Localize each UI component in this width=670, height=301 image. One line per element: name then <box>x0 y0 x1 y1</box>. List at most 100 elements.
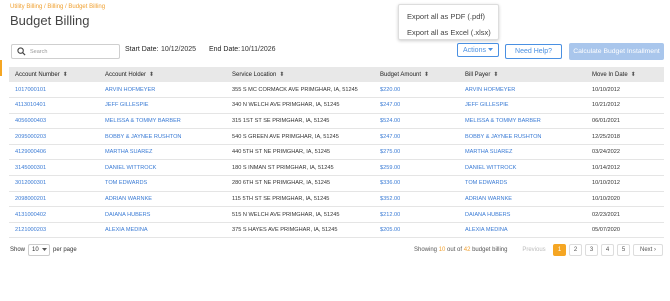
page-button-3[interactable]: 3 <box>585 244 598 256</box>
sort-icon[interactable]: ⬍ <box>631 72 636 78</box>
service-location-cell: 280 6TH ST NE PRIMGHAR, IA, 51245 <box>226 175 374 192</box>
table-row: 3012000301 TOM EDWARDS 280 6TH ST NE PRI… <box>9 175 664 192</box>
column-header-move-in-date[interactable]: Move In Date ⬍ <box>586 67 664 82</box>
sort-icon[interactable]: ⬍ <box>279 72 284 78</box>
account-holder-link[interactable]: ALEXIA MEDINA <box>99 222 226 239</box>
account-number-link[interactable]: 4113010401 <box>9 97 99 114</box>
caret-down-icon <box>41 248 47 251</box>
move-in-date-cell: 10/21/2012 <box>586 97 664 114</box>
column-header-bill-payer[interactable]: Bill Payer ⬍ <box>459 67 586 82</box>
page-button-1[interactable]: 1 <box>553 244 566 256</box>
breadcrumb-billing[interactable]: Billing <box>47 4 63 10</box>
account-holder-link[interactable]: BOBBY & JAYNEE RUSHTON <box>99 128 226 145</box>
budget-amount-link[interactable]: $247.00 <box>374 97 459 114</box>
budget-amount-link[interactable]: $220.00 <box>374 82 459 99</box>
actions-button-label: Actions <box>463 46 486 54</box>
left-accent-bar <box>0 60 2 76</box>
bill-payer-link[interactable]: ADRIAN WARNKE <box>459 191 586 208</box>
account-number-link[interactable]: 2095000203 <box>9 128 99 145</box>
budget-amount-link[interactable]: $352.00 <box>374 191 459 208</box>
calculate-budget-installment-button[interactable]: Calculate Budget Installment <box>569 43 664 60</box>
move-in-date-cell: 10/14/2012 <box>586 159 664 177</box>
bill-payer-link[interactable]: ARVIN HOFMEYER <box>459 82 586 99</box>
account-number-link[interactable]: 2121000203 <box>9 222 99 239</box>
bill-payer-link[interactable]: JEFF GILLESPIE <box>459 97 586 114</box>
bill-payer-link[interactable]: DAIANA HUBERS <box>459 206 586 223</box>
budget-amount-link[interactable]: $205.00 <box>374 222 459 239</box>
budget-amount-link[interactable]: $524.00 <box>374 113 459 130</box>
move-in-date-cell: 10/10/2020 <box>586 191 664 208</box>
account-holder-link[interactable]: DANIEL WITTROCK <box>99 159 226 177</box>
bill-payer-link[interactable]: ALEXIA MEDINA <box>459 222 586 239</box>
export-pdf-item[interactable]: Export all as PDF (.pdf) <box>407 12 485 21</box>
budget-amount-link[interactable]: $259.00 <box>374 159 459 177</box>
account-holder-link[interactable]: MELISSA & TOMMY BARBER <box>99 113 226 130</box>
column-label: Budget Amount <box>380 72 422 78</box>
budget-amount-link[interactable]: $212.00 <box>374 206 459 223</box>
column-label: Account Holder <box>105 72 147 78</box>
table-row: 4113010401 JEFF GILLESPIE 340 N WELCH AV… <box>9 97 664 114</box>
next-label: Next <box>639 247 653 253</box>
budget-amount-link[interactable]: $336.00 <box>374 175 459 192</box>
table-row: 4131000402 DAIANA HUBERS 515 N WELCH AVE… <box>9 206 664 223</box>
search-input[interactable] <box>30 48 110 55</box>
page-size-select[interactable]: 10 <box>28 244 50 256</box>
sort-icon[interactable]: ⬍ <box>424 72 429 78</box>
chevron-right-icon: › <box>652 247 656 253</box>
account-number-link[interactable]: 4131000402 <box>9 206 99 223</box>
next-page-button[interactable]: Next › <box>633 244 663 256</box>
account-number-link[interactable]: 2098000201 <box>9 191 99 208</box>
actions-button[interactable]: Actions <box>457 43 499 57</box>
account-number-link[interactable]: 3145000301 <box>9 159 99 177</box>
bill-payer-link[interactable]: MARTHA SUAREZ <box>459 144 586 161</box>
budget-amount-link[interactable]: $247.00 <box>374 128 459 145</box>
move-in-date-cell: 05/07/2020 <box>586 222 664 239</box>
showing-count: 10 <box>438 247 446 253</box>
breadcrumb-utility-billing[interactable]: Utility Billing <box>10 4 42 10</box>
page-button-4[interactable]: 4 <box>601 244 614 256</box>
bill-payer-link[interactable]: TOM EDWARDS <box>459 175 586 192</box>
need-help-button[interactable]: Need Help? <box>505 44 562 59</box>
table-row: 4129000406 MARTHA SUAREZ 440 5TH ST NE P… <box>9 144 664 161</box>
search-box[interactable] <box>11 44 120 59</box>
page-button-2[interactable]: 2 <box>569 244 582 256</box>
move-in-date-cell: 03/24/2022 <box>586 144 664 161</box>
column-header-service-location[interactable]: Service Location ⬍ <box>226 67 374 82</box>
per-page-label: per page <box>53 247 77 253</box>
sort-icon[interactable]: ⬍ <box>63 72 68 78</box>
account-holder-link[interactable]: MARTHA SUAREZ <box>99 144 226 161</box>
account-holder-link[interactable]: ARVIN HOFMEYER <box>99 82 226 99</box>
bill-payer-link[interactable]: BOBBY & JAYNEE RUSHTON <box>459 128 586 145</box>
column-header-account-number[interactable]: Account Number ⬍ <box>9 67 99 82</box>
showing-total: 42 <box>463 247 471 253</box>
column-header-account-holder[interactable]: Account Holder ⬍ <box>99 67 226 82</box>
column-header-budget-amount[interactable]: Budget Amount ⬍ <box>374 67 459 82</box>
bill-payer-link[interactable]: MELISSA & TOMMY BARBER <box>459 113 586 130</box>
showing-summary: Showing 10 out of 42 budget billing <box>414 247 507 253</box>
account-holder-link[interactable]: JEFF GILLESPIE <box>99 97 226 114</box>
bill-payer-link[interactable]: DANIEL WITTROCK <box>459 159 586 177</box>
account-holder-link[interactable]: TOM EDWARDS <box>99 175 226 192</box>
account-number-link[interactable]: 3012000301 <box>9 175 99 192</box>
account-number-link[interactable]: 4056000403 <box>9 113 99 130</box>
sort-icon[interactable]: ⬍ <box>149 72 154 78</box>
account-holder-link[interactable]: ADRIAN WARNKE <box>99 191 226 208</box>
service-location-cell: 375 S HAYES AVE PRIMGHAR, IA, 51245 <box>226 222 374 239</box>
service-location-cell: 315 1ST ST SE PRIMGHAR, IA, 51245 <box>226 113 374 130</box>
start-date-value[interactable]: 10/12/2025 <box>161 46 196 53</box>
budget-amount-link[interactable]: $275.00 <box>374 144 459 161</box>
account-holder-link[interactable]: DAIANA HUBERS <box>99 206 226 223</box>
move-in-date-cell: 10/10/2012 <box>586 175 664 192</box>
move-in-date-cell: 02/23/2021 <box>586 206 664 223</box>
page-button-5[interactable]: 5 <box>617 244 630 256</box>
table-row: 3145000301 DANIEL WITTROCK 180 S INMAN S… <box>9 159 664 177</box>
column-label: Service Location <box>232 72 277 78</box>
service-location-cell: 115 5TH ST SE PRIMGHAR, IA, 51245 <box>226 191 374 208</box>
account-number-link[interactable]: 4129000406 <box>9 144 99 161</box>
move-in-date-cell: 10/10/2012 <box>586 82 664 99</box>
sort-icon[interactable]: ⬍ <box>493 72 498 78</box>
export-excel-item[interactable]: Export all as Excel (.xlsx) <box>407 28 491 37</box>
account-number-link[interactable]: 1017000101 <box>9 82 99 99</box>
end-date-value[interactable]: 10/11/2026 <box>241 46 276 53</box>
previous-page-button[interactable]: Previous <box>518 244 550 256</box>
